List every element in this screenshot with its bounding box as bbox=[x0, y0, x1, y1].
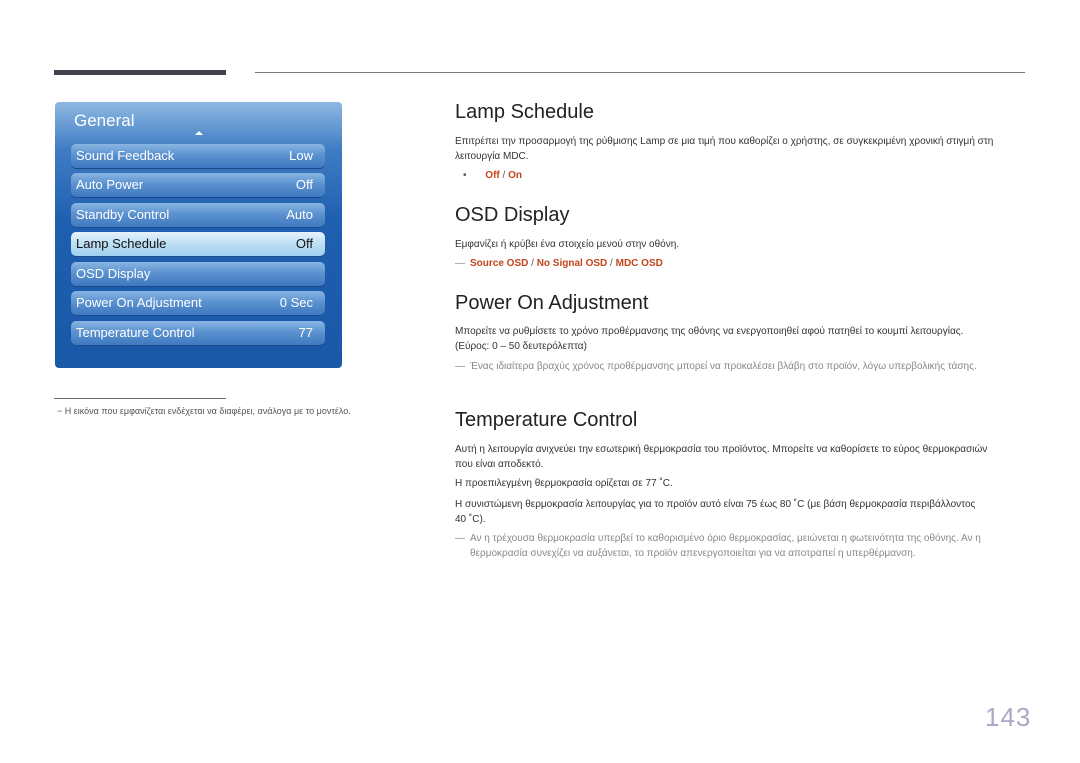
temperature-control-description: Αυτή η λειτουργία ανιχνεύει την εσωτερικ… bbox=[455, 444, 988, 470]
menu-item-label: Power On Adjustment bbox=[76, 295, 202, 310]
lamp-schedule-description: Επιτρέπει την προσαρμογή της ρύθμισης La… bbox=[455, 136, 994, 162]
option-source-osd: Source OSD bbox=[470, 258, 529, 269]
menu-item-value: 77 bbox=[298, 325, 313, 340]
osd-menu-panel: General Sound Feedback Low Auto Power Of… bbox=[55, 102, 342, 368]
option-no-signal-osd: No Signal OSD bbox=[536, 258, 608, 269]
menu-item-value: Off bbox=[295, 177, 313, 192]
section-title-power-on-adjustment: Power On Adjustment bbox=[455, 292, 649, 314]
note-text: Ένας ιδιαίτερα βραχύς χρόνος προθέρμανση… bbox=[470, 361, 977, 372]
power-on-adjustment-note: — Ένας ιδιαίτερα βραχύς χρόνος προθέρμαν… bbox=[455, 359, 1020, 374]
menu-item-standby-control[interactable]: Standby Control Auto bbox=[71, 203, 325, 227]
osd-display-description: Εμφανίζει ή κρύβει ένα στοιχείο μενού στ… bbox=[455, 239, 680, 250]
menu-item-auto-power[interactable]: Auto Power Off bbox=[71, 173, 325, 197]
option-separator: / bbox=[499, 170, 509, 181]
menu-item-osd-display[interactable]: OSD Display bbox=[71, 262, 325, 286]
menu-item-lamp-schedule[interactable]: Lamp Schedule Off bbox=[71, 232, 325, 256]
power-on-adjustment-description: Μπορείτε να ρυθμίσετε το χρόνο προθέρμαν… bbox=[455, 326, 964, 352]
note-dash-icon: — bbox=[455, 533, 465, 544]
option-off: Off bbox=[485, 170, 500, 181]
header-rule-thin bbox=[255, 72, 1025, 73]
temperature-default-text: Η προεπιλεγμένη θερμοκρασία ορίζεται σε … bbox=[455, 478, 673, 489]
option-separator: / bbox=[528, 258, 537, 269]
menu-item-label: Auto Power bbox=[76, 177, 144, 192]
menu-item-sound-feedback[interactable]: Sound Feedback Low bbox=[71, 144, 325, 168]
menu-item-label: OSD Display bbox=[76, 266, 151, 281]
image-disclaimer-footnote: − Η εικόνα που εμφανίζεται ενδέχεται να … bbox=[57, 406, 351, 416]
menu-item-power-on-adjustment[interactable]: Power On Adjustment 0 Sec bbox=[71, 291, 325, 315]
header-rule-thick bbox=[54, 70, 226, 75]
menu-item-value: Off bbox=[295, 236, 313, 251]
page-number: 143 bbox=[985, 702, 1032, 732]
section-title-lamp-schedule: Lamp Schedule bbox=[455, 101, 594, 123]
menu-title: General bbox=[74, 111, 135, 130]
menu-item-value: Auto bbox=[286, 207, 313, 222]
temperature-recommended-text: Η συνιστώμενη θερμοκρασία λειτουργίας γι… bbox=[455, 499, 976, 525]
menu-item-value: 0 Sec bbox=[279, 295, 313, 310]
note-dash-icon: — bbox=[455, 361, 465, 372]
lamp-schedule-options: • Off / On bbox=[463, 168, 522, 183]
option-mdc-osd: MDC OSD bbox=[615, 258, 663, 269]
footnote-divider bbox=[54, 398, 226, 399]
menu-item-label: Lamp Schedule bbox=[76, 236, 167, 251]
menu-item-label: Sound Feedback bbox=[76, 148, 175, 163]
menu-item-label: Standby Control bbox=[76, 207, 170, 222]
section-title-temperature-control: Temperature Control bbox=[455, 409, 638, 431]
option-on: On bbox=[508, 170, 522, 181]
menu-item-label: Temperature Control bbox=[76, 325, 195, 340]
note-dash-icon: — bbox=[455, 258, 465, 269]
option-separator: / bbox=[607, 258, 616, 269]
scroll-up-arrow-icon bbox=[195, 131, 203, 135]
bullet-icon: • bbox=[463, 170, 467, 181]
menu-item-temperature-control[interactable]: Temperature Control 77 bbox=[71, 321, 325, 345]
temperature-control-note: — Αν η τρέχουσα θερμοκρασία υπερβεί το κ… bbox=[455, 531, 1035, 561]
section-title-osd-display: OSD Display bbox=[455, 204, 570, 226]
note-text: Αν η τρέχουσα θερμοκρασία υπερβεί το καθ… bbox=[470, 533, 981, 559]
osd-display-options: — Source OSD / No Signal OSD / MDC OSD bbox=[455, 256, 1025, 271]
menu-item-value: Low bbox=[289, 148, 313, 163]
